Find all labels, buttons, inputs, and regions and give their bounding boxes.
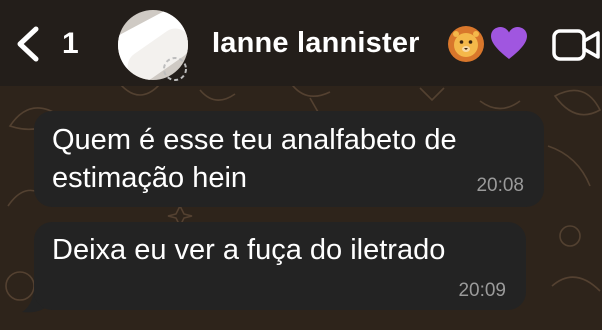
message-time: 20:08 — [476, 175, 524, 196]
contact-name[interactable]: Ianne lannister — [212, 27, 420, 60]
back-button[interactable]: 1 — [14, 20, 84, 68]
chevron-left-icon — [17, 26, 39, 62]
chat-header: 1 Ianne lannister — [0, 0, 602, 86]
message-bubble[interactable]: Quem é esse teu analfabeto de estimação … — [34, 111, 544, 207]
status-ring-icon — [163, 57, 187, 81]
message-time: 20:09 — [458, 280, 506, 301]
video-camera-icon[interactable] — [551, 24, 602, 66]
message-bubble[interactable]: Deixa eu ver a fuça do iletrado 20:09 — [34, 222, 526, 310]
unread-count: 1 — [62, 27, 79, 60]
purple-heart-icon — [491, 27, 527, 59]
message-text: Quem é esse teu analfabeto de estimação … — [52, 124, 457, 194]
message-text: Deixa eu ver a fuça do iletrado — [52, 234, 446, 266]
lion-emoji-icon — [448, 26, 484, 62]
